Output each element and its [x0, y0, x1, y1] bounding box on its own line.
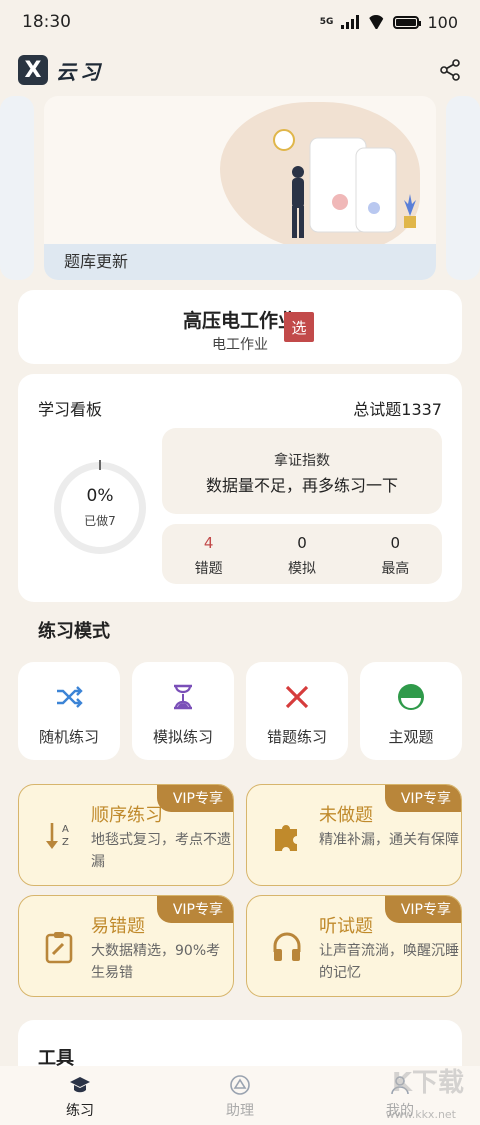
nav-assistant[interactable]: 助理 [160, 1066, 320, 1125]
share-icon[interactable] [438, 58, 462, 82]
mode-label: 错题练习 [266, 728, 327, 746]
vip-desc: 地毯式复习，考点不遗漏 [91, 832, 231, 870]
half-circle-icon [398, 684, 424, 710]
banner-title: 题库更新 [64, 252, 129, 271]
mock-practice-button[interactable]: 模拟练习 [132, 662, 234, 760]
listen-card[interactable]: VIP专享 听试题 让声音流淌，唤醒沉睡的记忆 [246, 895, 462, 997]
stat-value: 0 [297, 534, 307, 552]
vip-title: 听试题 [319, 916, 373, 937]
watermark-url: www.kkx.net [385, 1108, 456, 1121]
stat-mock[interactable]: 0 模拟 [255, 524, 348, 584]
mode-label: 主观题 [388, 728, 434, 746]
hourglass-icon [174, 684, 192, 710]
course-title: 高压电工作业 [182, 310, 297, 332]
assistant-icon [230, 1075, 250, 1095]
course-subtitle: 电工作业 [212, 337, 268, 353]
battery-level: 100 [427, 12, 458, 32]
error-prone-card[interactable]: VIP专享 易错题 大数据精选，90%考生易错 [18, 895, 234, 997]
status-icons: 5G 100 [320, 13, 458, 32]
status-time: 18:30 [22, 12, 71, 32]
stat-label: 最高 [381, 561, 410, 577]
stat-label: 错题 [194, 561, 223, 577]
status-bar: 18:30 5G 100 [0, 0, 480, 44]
svg-text:Z: Z [62, 837, 69, 848]
banner-carousel[interactable]: 题库更新 [0, 96, 480, 280]
network-label: 5G [319, 17, 334, 27]
vip-title: 未做题 [319, 805, 373, 826]
vip-badge: VIP专享 [156, 896, 233, 923]
banner-slide[interactable]: 题库更新 [44, 96, 436, 280]
progress-ring [54, 462, 146, 554]
watermark: K下载 [391, 1068, 464, 1098]
sort-az-icon: A Z [46, 823, 69, 849]
course-card[interactable]: 高压电工作业 电工作业 [18, 290, 462, 364]
battery-icon [393, 15, 422, 29]
certificate-index[interactable]: 拿证指数 数据量不足，再多练习一下 [162, 428, 442, 514]
progress-done: 已做7 [84, 514, 116, 528]
index-message: 数据量不足，再多练习一下 [205, 476, 398, 495]
nav-practice[interactable]: 练习 [0, 1066, 160, 1125]
vip-title: 易错题 [91, 916, 145, 937]
headphones-icon [273, 932, 301, 961]
vip-badge: VIP专享 [156, 785, 233, 812]
stat-value: 4 [203, 534, 214, 552]
signal-icon [341, 15, 360, 29]
close-icon [285, 685, 309, 709]
vip-title: 顺序练习 [91, 805, 163, 826]
stat-wrong[interactable]: 4 错题 [162, 524, 255, 584]
stats-box: 4 错题 0 模拟 0 最高 [162, 524, 442, 584]
shuffle-icon [57, 686, 83, 708]
index-label: 拿证指数 [274, 453, 330, 469]
wrong-practice-button[interactable]: 错题练习 [246, 662, 348, 760]
banner-prev-slide[interactable] [0, 96, 34, 280]
banner-next-slide[interactable] [446, 96, 480, 280]
mode-label: 模拟练习 [152, 728, 213, 746]
app-logo: X [18, 55, 48, 85]
vip-desc: 大数据精选，90%考生易错 [91, 943, 221, 981]
puzzle-icon [275, 825, 297, 851]
progress-ring-marker [99, 460, 101, 470]
nav-label: 练习 [66, 1103, 94, 1119]
clipboard-edit-icon [45, 932, 73, 964]
vip-desc: 精准补漏，通关有保障 [319, 832, 459, 848]
sequential-practice-card[interactable]: VIP专享 A Z 顺序练习 地毯式复习，考点不遗漏 [18, 784, 234, 886]
board-total: 总试题1337 [353, 400, 442, 419]
vip-badge: VIP专享 [384, 785, 461, 812]
app-brand: 云习 [56, 59, 104, 84]
mode-label: 随机练习 [38, 728, 99, 746]
practice-title: 练习模式 [38, 621, 110, 642]
stat-best[interactable]: 0 最高 [349, 524, 442, 584]
study-board: 学习看板 总试题1337 0% 已做7 拿证指数 数据量不足，再多练习一下 4 … [18, 374, 462, 602]
random-practice-button[interactable]: 随机练习 [18, 662, 120, 760]
wifi-icon [367, 15, 385, 29]
select-course-button[interactable]: 选 [284, 312, 314, 342]
board-title: 学习看板 [38, 400, 103, 419]
vip-badge: VIP专享 [384, 896, 461, 923]
progress-percent: 0% [86, 486, 114, 506]
banner-illustration [273, 129, 416, 238]
nav-label: 助理 [226, 1103, 254, 1119]
svg-text:A: A [62, 824, 69, 835]
graduation-cap-icon [70, 1077, 90, 1093]
stat-label: 模拟 [287, 561, 316, 577]
unanswered-card[interactable]: VIP专享 未做题 精准补漏，通关有保障 [246, 784, 462, 886]
vip-desc: 让声音流淌，唤醒沉睡的记忆 [319, 943, 459, 981]
app-header: X 云习 [18, 52, 462, 88]
stat-value: 0 [390, 534, 401, 552]
subjective-button[interactable]: 主观题 [360, 662, 462, 760]
